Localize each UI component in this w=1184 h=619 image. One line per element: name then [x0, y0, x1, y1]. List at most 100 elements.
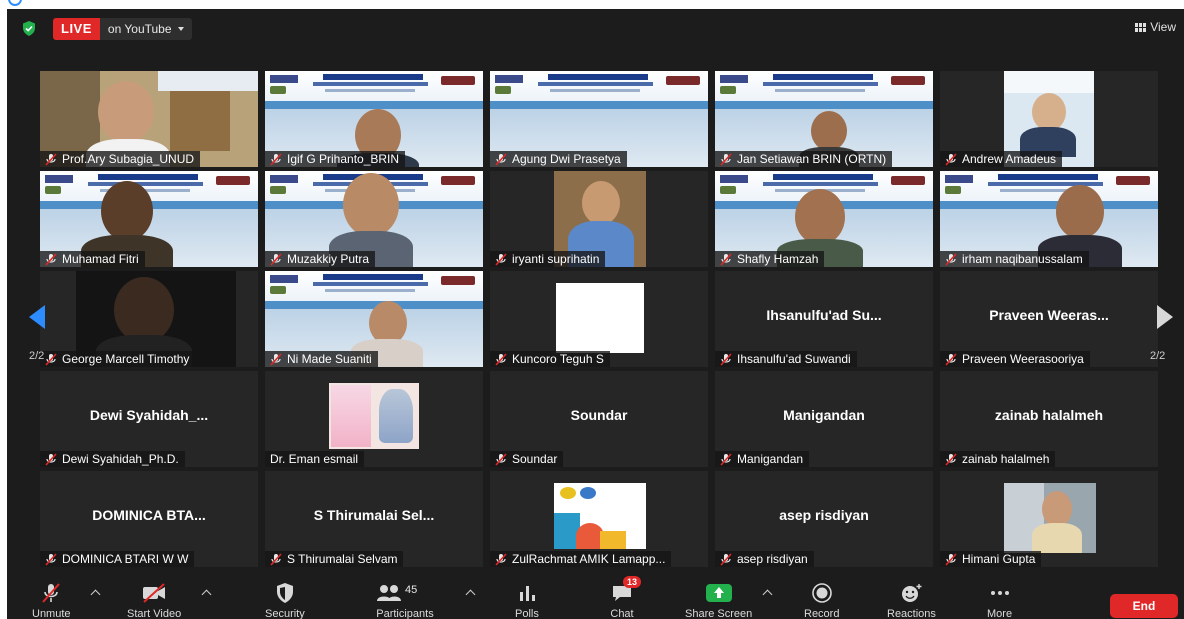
participant-tile[interactable]: Prof.Ary Subagia_UNUD [40, 71, 258, 167]
participant-name-bar: Soundar [490, 451, 564, 467]
page-indicator-right: 2/2 [1150, 350, 1166, 362]
participant-tile[interactable]: asep risdiyan asep risdiyan [715, 471, 933, 567]
security-button[interactable]: Security [265, 582, 305, 619]
participant-tile[interactable]: Ihsanulfu'ad Su... Ihsanulfu'ad Suwandi [715, 271, 933, 367]
previous-page-button[interactable] [29, 305, 45, 329]
participant-name-bar: zainab halalmeh [940, 451, 1056, 467]
stream-destination-dropdown[interactable]: on YouTube [99, 18, 192, 40]
participant-display-name: Dewi Syahidah_... [89, 407, 209, 423]
participant-tile[interactable]: Praveen Weeras... Praveen Weerasooriya [940, 271, 1158, 367]
polls-button[interactable]: Polls [515, 582, 539, 619]
microphone-muted-icon [495, 552, 507, 566]
participant-avatar-image [556, 283, 644, 353]
participant-display-name: Ihsanulfu'ad Su... [766, 307, 882, 323]
shelf-books [170, 91, 230, 151]
participant-tile[interactable]: George Marcell Timothy [40, 271, 258, 367]
participant-name-bar: Dewi Syahidah_Ph.D. [40, 451, 185, 467]
participants-chevron-icon[interactable] [465, 589, 476, 600]
participant-tile[interactable]: Muzakkiy Putra [265, 171, 483, 267]
participant-name-label: irham naqibanussalam [962, 252, 1083, 266]
record-button[interactable]: Record [804, 582, 839, 619]
participant-tile[interactable]: Agung Dwi Prasetya [490, 71, 708, 167]
participant-name-label: Ihsanulfu'ad Suwandi [737, 352, 851, 366]
participant-tile[interactable]: irham naqibanussalam [940, 171, 1158, 267]
arrow-left-icon [29, 305, 45, 329]
chat-button[interactable]: 13 Chat [610, 576, 642, 619]
microphone-muted-icon [45, 352, 57, 366]
participant-name-bar: Dr. Eman esmail [265, 451, 365, 467]
microphone-muted-icon [270, 252, 282, 266]
share-options-chevron-icon[interactable] [762, 589, 773, 600]
share-screen-button[interactable]: Share Screen [685, 582, 752, 619]
next-page-button[interactable] [1157, 305, 1173, 329]
participant-tile[interactable]: Igif G Prihanto_BRIN [265, 71, 483, 167]
participants-count: 45 [405, 584, 418, 596]
conference-banner [940, 171, 1158, 209]
participant-tile[interactable]: zainab halalmeh zainab halalmeh [940, 371, 1158, 467]
participant-name-label: S Thirumalai Selvam [287, 552, 398, 566]
live-stream-indicator[interactable]: LIVE on YouTube [53, 18, 192, 40]
arrow-right-icon [1157, 305, 1173, 329]
security-shield-icon [276, 583, 293, 603]
participant-tile[interactable]: S Thirumalai Sel... S Thirumalai Selvam [265, 471, 483, 567]
participant-name-bar: Andrew Amadeus [940, 151, 1063, 167]
participant-tile[interactable]: Ni Made Suaniti [265, 271, 483, 367]
start-video-button[interactable]: Start Video [127, 582, 181, 619]
view-button[interactable]: View [1135, 20, 1176, 34]
participant-name-bar: ZulRachmat AMIK Lamapp... [490, 551, 672, 567]
microphone-muted-icon [720, 352, 732, 366]
more-button[interactable]: More [987, 582, 1012, 619]
participant-display-name: zainab halalmeh [994, 407, 1104, 423]
participant-tile[interactable]: Dr. Eman esmail [265, 371, 483, 467]
conference-banner [265, 71, 483, 109]
participant-tile[interactable]: Jan Setiawan BRIN (ORTN) [715, 71, 933, 167]
participant-tile[interactable]: Manigandan Manigandan [715, 371, 933, 467]
participant-tile[interactable]: iryanti suprihatin [490, 171, 708, 267]
microphone-muted-icon [495, 352, 507, 366]
participant-tile[interactable]: Shafly Hamzah [715, 171, 933, 267]
participant-name-bar: asep risdiyan [715, 551, 814, 567]
participant-name-label: Agung Dwi Prasetya [512, 152, 621, 166]
live-badge: LIVE [53, 18, 100, 40]
participant-tile[interactable]: Muhamad Fitri [40, 171, 258, 267]
participant-name-label: Ni Made Suaniti [287, 352, 372, 366]
participant-avatar-image [329, 383, 419, 449]
participant-name-bar: Manigandan [715, 451, 810, 467]
participant-tile[interactable]: Dewi Syahidah_... Dewi Syahidah_Ph.D. [40, 371, 258, 467]
participants-label: Participants [376, 608, 434, 619]
participant-tile[interactable]: Soundar Soundar [490, 371, 708, 467]
participant-tile[interactable]: Kuncoro Teguh S [490, 271, 708, 367]
participant-name-label: Dewi Syahidah_Ph.D. [62, 452, 179, 466]
participant-name-label: iryanti suprihatin [512, 252, 600, 266]
microphone-muted-icon [945, 352, 957, 366]
microphone-muted-icon [945, 252, 957, 266]
record-label: Record [804, 608, 840, 619]
participant-name-bar: Ihsanulfu'ad Suwandi [715, 351, 857, 367]
chat-label: Chat [610, 608, 634, 619]
gallery-grid: Prof.Ary Subagia_UNUD Igif G Prihanto_BR… [40, 71, 1160, 567]
participants-icon [377, 585, 401, 601]
participant-tile[interactable]: DOMINICA BTA... DOMINICA BTARI W W [40, 471, 258, 567]
participant-tile[interactable]: Andrew Amadeus [940, 71, 1158, 167]
microphone-muted-icon [720, 152, 732, 166]
more-label: More [987, 608, 1013, 619]
participants-button[interactable]: 45 Participants [375, 582, 435, 619]
video-options-chevron-icon[interactable] [201, 589, 212, 600]
audio-options-chevron-icon[interactable] [90, 589, 101, 600]
participant-tile[interactable]: Himani Gupta [940, 471, 1158, 567]
participant-name-bar: Igif G Prihanto_BRIN [265, 151, 406, 167]
conference-banner [265, 271, 483, 309]
record-icon [811, 583, 832, 603]
end-meeting-button[interactable]: End [1110, 594, 1178, 618]
participant-tile[interactable]: ZulRachmat AMIK Lamapp... [490, 471, 708, 567]
microphone-muted-icon [45, 452, 57, 466]
microphone-muted-icon [945, 452, 957, 466]
encryption-shield-icon[interactable] [22, 21, 36, 36]
participant-name-bar: iryanti suprihatin [490, 251, 606, 267]
more-dots-icon [990, 591, 1009, 595]
polls-bar-chart-icon [519, 586, 535, 601]
start-video-label: Start Video [127, 608, 182, 619]
participant-name-label: DOMINICA BTARI W W [62, 552, 189, 566]
unmute-button[interactable]: Unmute [32, 582, 71, 619]
reactions-button[interactable]: Reactions [887, 582, 936, 619]
